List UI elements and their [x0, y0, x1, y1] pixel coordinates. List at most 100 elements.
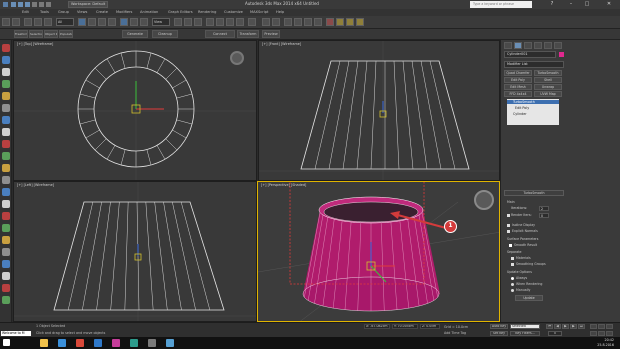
- close-button[interactable]: ✕: [598, 0, 620, 9]
- windows-start-icon[interactable]: [3, 339, 10, 346]
- materials-checkbox[interactable]: [511, 257, 514, 260]
- x-coordinate-field[interactable]: X: -67.082cm: [364, 324, 390, 329]
- select-manipulate-icon[interactable]: [184, 18, 192, 26]
- tool-icon-3[interactable]: [2, 68, 10, 76]
- tool-icon-9[interactable]: [2, 140, 10, 148]
- open-file-icon[interactable]: [18, 2, 23, 7]
- menu-tools[interactable]: Tools: [40, 10, 49, 14]
- key-filters-button[interactable]: Key Filters...: [510, 331, 540, 336]
- menu-modifiers[interactable]: Modifiers: [116, 10, 132, 14]
- tool-icon-6[interactable]: [2, 104, 10, 112]
- motion-tab-icon[interactable]: [534, 42, 542, 49]
- tool-icon-17[interactable]: [2, 236, 10, 244]
- stack-item-turbosmooth[interactable]: TurboSmooth: [507, 100, 559, 104]
- edit-mesh-button[interactable]: Edit Mesh: [504, 84, 532, 90]
- viewport-top[interactable]: [+] [Top] [Wireframe]: [13, 40, 257, 181]
- stack-item-cylinder[interactable]: Cylinder: [509, 112, 527, 116]
- taskbar-clock[interactable]: 20:42 25.8.2016: [597, 338, 614, 347]
- viewport-front[interactable]: [+] [Front] [Wireframe]: [258, 40, 500, 181]
- select-by-name-icon[interactable]: [88, 18, 96, 26]
- tool-icon-20[interactable]: [2, 272, 10, 280]
- menu-graph-editors[interactable]: Graph Editors: [168, 10, 193, 14]
- viewport-left[interactable]: [+] [Left] [Wireframe]: [13, 181, 257, 322]
- object-color-swatch[interactable]: [559, 52, 564, 57]
- explicit-normals-checkbox[interactable]: [507, 230, 510, 233]
- render-iters-checkbox[interactable]: [507, 214, 510, 217]
- turbosmooth-button[interactable]: TurboSmooth: [534, 70, 562, 76]
- file-explorer-icon[interactable]: [40, 339, 48, 347]
- ribbon-tab-freeform[interactable]: Freeform: [14, 30, 28, 38]
- mirror-icon[interactable]: [262, 18, 270, 26]
- tool-icon-7[interactable]: [2, 116, 10, 124]
- menu-animation[interactable]: Animation: [140, 10, 158, 14]
- zoom-icon[interactable]: [590, 324, 597, 329]
- chrome-icon[interactable]: [76, 339, 84, 347]
- photoshop-icon[interactable]: [112, 339, 120, 347]
- unwrap-button[interactable]: Unwrap: [534, 84, 562, 90]
- hierarchy-tab-icon[interactable]: [524, 42, 532, 49]
- tool-icon-10[interactable]: [2, 152, 10, 160]
- zoom-extents-icon[interactable]: [606, 324, 613, 329]
- menu-customize[interactable]: Customize: [224, 10, 243, 14]
- reference-coordinate-dropdown[interactable]: View: [152, 18, 170, 26]
- field-of-view-icon[interactable]: [590, 331, 597, 336]
- rollout-turbosmooth[interactable]: TurboSmooth: [504, 190, 564, 196]
- render-iters-spinner[interactable]: 0: [539, 213, 549, 218]
- maxscript-listener-input[interactable]: Welcome to M: [1, 331, 31, 336]
- smoothing-groups-checkbox[interactable]: [511, 263, 514, 266]
- selection-filter-dropdown[interactable]: All: [56, 18, 74, 26]
- isoline-display-checkbox[interactable]: [507, 224, 510, 227]
- render-production-icon[interactable]: [356, 18, 364, 26]
- unlink-icon[interactable]: [34, 18, 42, 26]
- update-button[interactable]: Update: [515, 295, 543, 301]
- modifier-stack[interactable]: TurboSmooth Edit Poly Cylinder: [507, 99, 559, 125]
- play-icon[interactable]: ▶: [562, 324, 569, 329]
- when-rendering-radio[interactable]: [511, 283, 514, 286]
- rendered-frame-window-icon[interactable]: [346, 18, 354, 26]
- pan-icon[interactable]: [598, 331, 605, 336]
- 3dsmax-taskbar-icon[interactable]: [130, 339, 138, 347]
- tool-icon-14[interactable]: [2, 200, 10, 208]
- ribbon-tab-object-paint[interactable]: Object Paint: [44, 30, 58, 38]
- tool-icon-11[interactable]: [2, 164, 10, 172]
- shell-button[interactable]: Shell: [534, 77, 562, 83]
- manually-radio[interactable]: [511, 289, 514, 292]
- ffd-button[interactable]: FFD 4x4x4: [504, 91, 532, 97]
- rectangle-selection-icon[interactable]: [98, 18, 106, 26]
- select-rotate-icon[interactable]: [130, 18, 138, 26]
- undo-icon[interactable]: [32, 2, 37, 7]
- menu-maxscript[interactable]: MAXScript: [250, 10, 268, 14]
- ribbon-preview-button[interactable]: Preview: [262, 30, 280, 38]
- app-taskbar-icon[interactable]: [148, 339, 156, 347]
- app-logo-icon[interactable]: [3, 2, 8, 7]
- modifier-list-dropdown[interactable]: Modifier List: [504, 61, 564, 68]
- y-coordinate-field[interactable]: Y: 70.005cm: [392, 324, 418, 329]
- select-object-icon[interactable]: [78, 18, 86, 26]
- pivot-center-icon[interactable]: [174, 18, 182, 26]
- angle-snap-icon[interactable]: [216, 18, 224, 26]
- snaps-toggle-icon[interactable]: [206, 18, 214, 26]
- menu-group[interactable]: Group: [58, 10, 69, 14]
- ribbon-generate-button[interactable]: Generate: [122, 30, 148, 38]
- save-file-icon[interactable]: [25, 2, 30, 7]
- ribbon-connect-button[interactable]: Connect: [205, 30, 235, 38]
- tool-icon-18[interactable]: [2, 248, 10, 256]
- word-icon[interactable]: [94, 339, 102, 347]
- tool-icon-13[interactable]: [2, 188, 10, 196]
- percent-snap-icon[interactable]: [226, 18, 234, 26]
- viewport-perspective[interactable]: [+] [Perspective] [Shaded] 1: [257, 181, 500, 322]
- app-taskbar-icon-2[interactable]: [166, 339, 174, 347]
- ribbon-tab-selection[interactable]: Selection: [29, 30, 43, 38]
- link-icon[interactable]: [24, 18, 32, 26]
- select-scale-icon[interactable]: [140, 18, 148, 26]
- modify-tab-icon[interactable]: [514, 42, 522, 49]
- quad-chamfer-button[interactable]: Quad Chamfer: [504, 70, 532, 76]
- viewcube-icon[interactable]: [474, 190, 494, 210]
- go-to-end-icon[interactable]: ⏭: [578, 324, 585, 329]
- always-radio[interactable]: [511, 277, 514, 280]
- ribbon-tab-populate[interactable]: Populate: [59, 30, 73, 38]
- help-icon[interactable]: ?: [548, 0, 556, 9]
- workspace-dropdown[interactable]: Workspace: Default: [68, 1, 108, 8]
- redo-button[interactable]: [12, 18, 20, 26]
- ribbon-cleanup-button[interactable]: Cleanup: [152, 30, 178, 38]
